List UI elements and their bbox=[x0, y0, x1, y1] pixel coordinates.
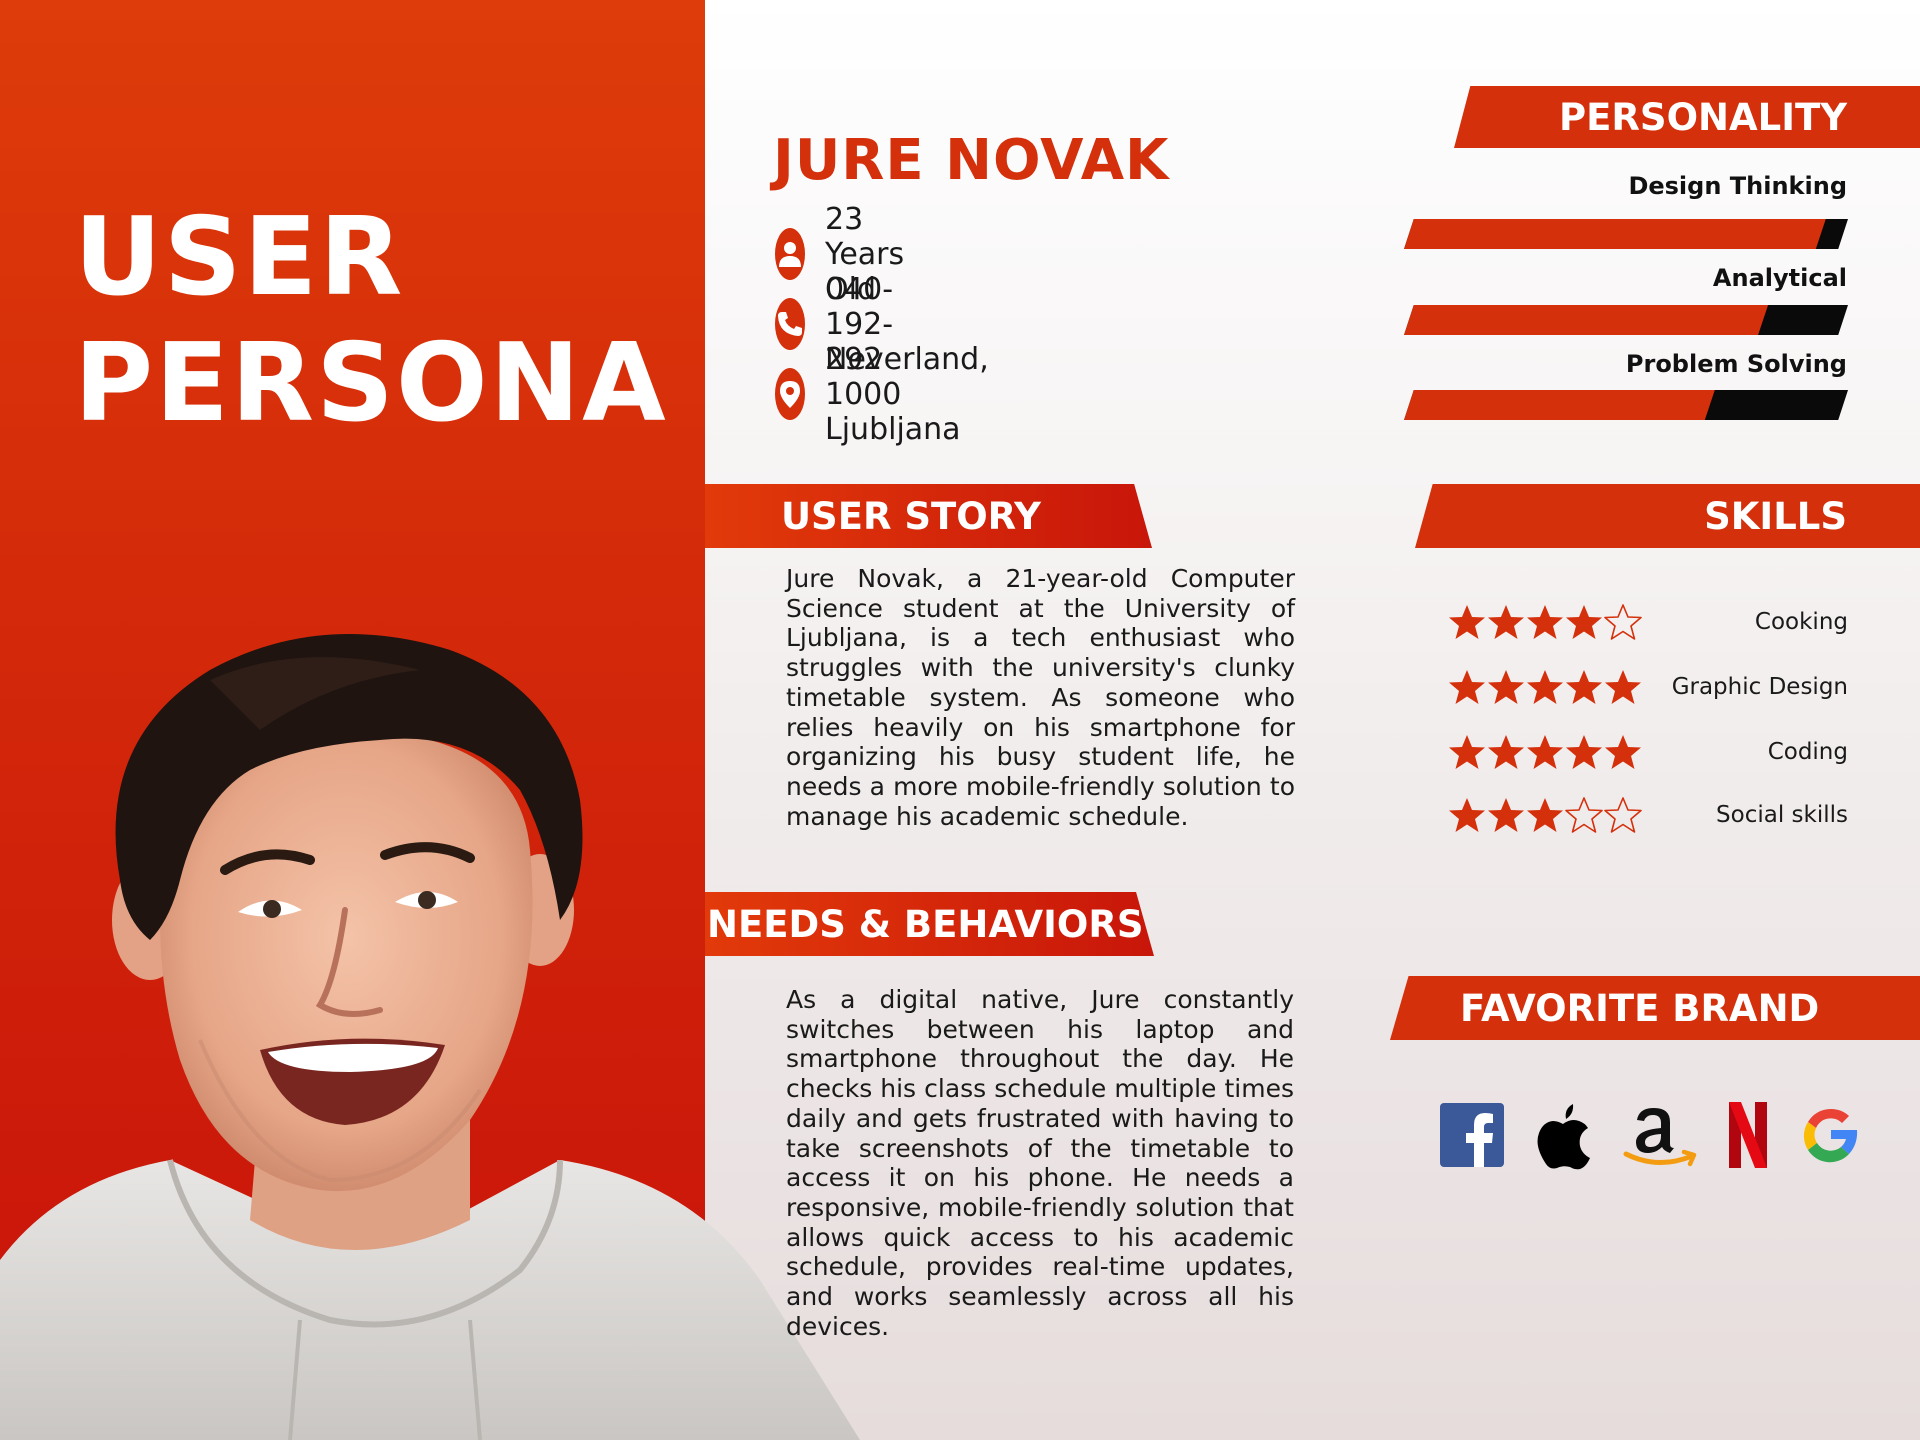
needs-text: As a digital native, Jure constantly swi… bbox=[786, 985, 1294, 1341]
title-line-1: USER bbox=[74, 195, 405, 320]
facebook-logo-icon bbox=[1440, 1100, 1504, 1170]
apple-logo-icon bbox=[1532, 1100, 1594, 1170]
personality-title: PERSONALITY bbox=[1559, 95, 1847, 139]
persona-page: USER PERSONA JURE NOVAK 23 Years Old 040… bbox=[0, 0, 1920, 1440]
user-icon bbox=[775, 228, 805, 280]
personality-header: PERSONALITY bbox=[1454, 86, 1920, 148]
star-empty-icon bbox=[1604, 604, 1642, 640]
star-filled-icon bbox=[1605, 670, 1641, 704]
star-filled-icon bbox=[1566, 735, 1602, 769]
brand-logo-row bbox=[1440, 1100, 1870, 1170]
star-filled-icon bbox=[1566, 605, 1602, 639]
skill-row-graphic-design: Graphic Design bbox=[1448, 665, 1848, 709]
star-rating bbox=[1448, 796, 1643, 834]
phone-icon bbox=[775, 298, 805, 350]
star-filled-icon bbox=[1488, 605, 1524, 639]
trait-label-problem-solving: Problem Solving bbox=[1625, 350, 1847, 378]
skill-row-coding: Coding bbox=[1448, 730, 1848, 774]
skill-row-cooking: Cooking bbox=[1448, 600, 1848, 644]
page-title: USER PERSONA bbox=[74, 195, 668, 447]
needs-title: NEEDS & BEHAVIORS bbox=[707, 902, 1144, 946]
needs-header: NEEDS & BEHAVIORS bbox=[705, 892, 1154, 956]
star-filled-icon bbox=[1449, 735, 1485, 769]
star-filled-icon bbox=[1488, 735, 1524, 769]
google-logo-icon bbox=[1795, 1100, 1867, 1170]
user-story-text: Jure Novak, a 21-year-old Computer Scien… bbox=[786, 564, 1295, 831]
star-filled-icon bbox=[1605, 735, 1641, 769]
trait-bar-fill bbox=[1404, 219, 1826, 249]
star-filled-icon bbox=[1527, 735, 1563, 769]
star-filled-icon bbox=[1488, 670, 1524, 704]
contact-location: Neverland, 1000 Ljubljana bbox=[775, 342, 1011, 447]
trait-bar-fill bbox=[1404, 390, 1715, 420]
trait-bar-problem-solving bbox=[1404, 390, 1848, 420]
star-filled-icon bbox=[1566, 670, 1602, 704]
title-line-2: PERSONA bbox=[74, 321, 668, 446]
skill-row-social-skills: Social skills bbox=[1448, 793, 1848, 837]
star-empty-icon bbox=[1604, 797, 1642, 833]
contact-location-text: Neverland, 1000 Ljubljana bbox=[825, 341, 989, 447]
skill-name: Coding bbox=[1767, 739, 1848, 765]
skill-name: Cooking bbox=[1754, 609, 1848, 635]
star-rating bbox=[1448, 668, 1643, 706]
star-filled-icon bbox=[1449, 798, 1485, 832]
user-story-header: USER STORY bbox=[705, 484, 1152, 548]
location-pin-icon bbox=[775, 368, 805, 420]
user-story-title: USER STORY bbox=[781, 494, 1041, 538]
brands-title: FAVORITE BRAND bbox=[1460, 986, 1820, 1030]
trait-bar-analytical bbox=[1404, 305, 1848, 335]
skills-header: SKILLS bbox=[1415, 484, 1920, 548]
brands-header: FAVORITE BRAND bbox=[1390, 976, 1920, 1040]
netflix-logo-icon bbox=[1724, 1100, 1772, 1170]
skill-name: Graphic Design bbox=[1671, 674, 1848, 700]
trait-label-design-thinking: Design Thinking bbox=[1628, 172, 1847, 200]
star-empty-icon bbox=[1565, 797, 1603, 833]
star-filled-icon bbox=[1527, 670, 1563, 704]
star-rating bbox=[1448, 603, 1643, 641]
amazon-logo-icon bbox=[1618, 1100, 1700, 1170]
star-rating bbox=[1448, 733, 1643, 771]
star-filled-icon bbox=[1488, 798, 1524, 832]
star-filled-icon bbox=[1449, 605, 1485, 639]
trait-bar-fill bbox=[1404, 305, 1768, 335]
skill-name: Social skills bbox=[1716, 802, 1848, 828]
star-filled-icon bbox=[1527, 798, 1563, 832]
persona-name: JURE NOVAK bbox=[773, 128, 1170, 193]
trait-bar-design-thinking bbox=[1404, 219, 1848, 249]
trait-label-analytical: Analytical bbox=[1712, 264, 1847, 292]
star-filled-icon bbox=[1527, 605, 1563, 639]
skills-title: SKILLS bbox=[1704, 494, 1847, 538]
persona-portrait bbox=[0, 634, 860, 1440]
star-filled-icon bbox=[1449, 670, 1485, 704]
